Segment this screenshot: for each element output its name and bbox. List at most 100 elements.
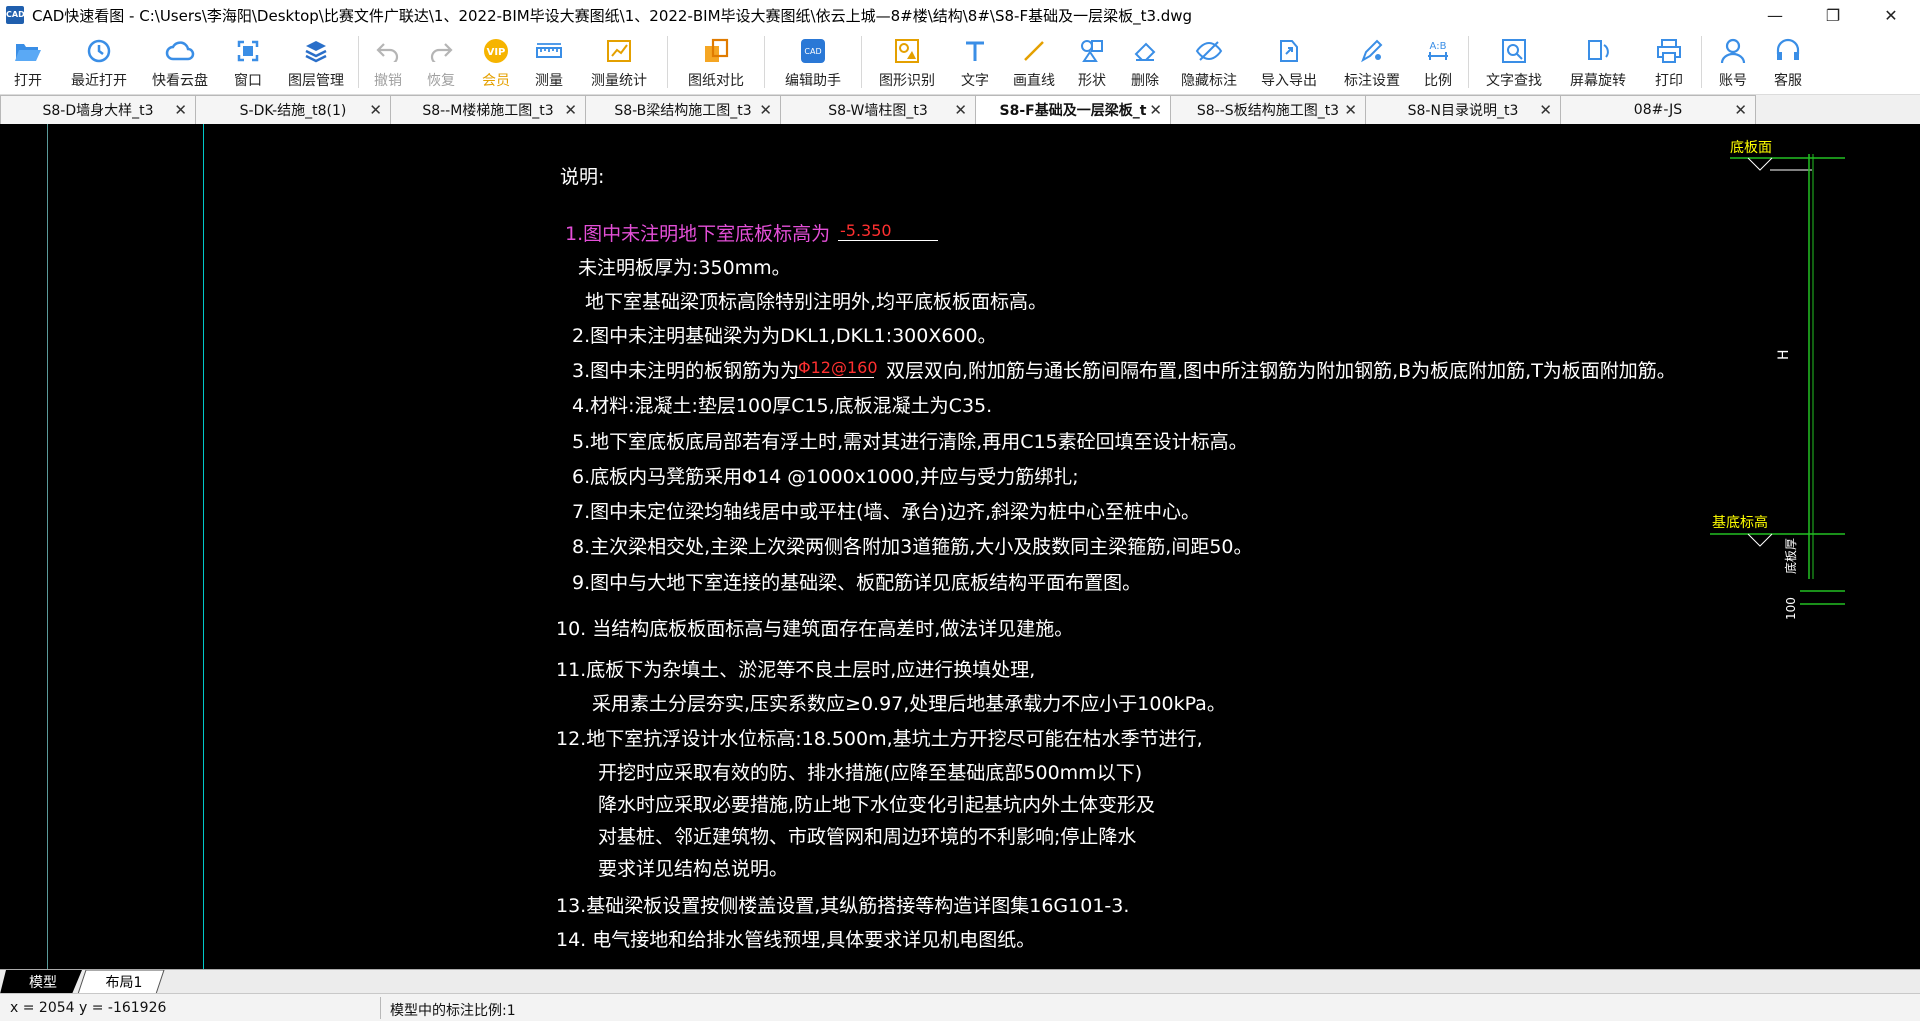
close-icon[interactable]: ✕: [1539, 101, 1552, 119]
minimize-button[interactable]: —: [1746, 0, 1804, 30]
delete-button[interactable]: 删除: [1118, 30, 1172, 94]
close-icon[interactable]: ✕: [369, 101, 382, 119]
document-tab-bar: S8-D墙身大样_t3 ✕ S-DK-结施_t8(1) ✕ S8--M楼梯施工图…: [0, 94, 1920, 124]
hide-annotation-label: 隐藏标注: [1181, 73, 1237, 89]
vip-button[interactable]: VIP 会员: [469, 30, 523, 94]
draw-line-button[interactable]: 画直线: [1002, 30, 1066, 94]
height-h-label: H: [1776, 349, 1792, 360]
tab-s8-b[interactable]: S8-B梁结构施工图_t3 ✕: [585, 95, 781, 124]
delete-label: 删除: [1131, 73, 1159, 89]
toolbar-divider: [1468, 36, 1469, 88]
compare-button[interactable]: 图纸对比: [672, 30, 760, 94]
ratio-button[interactable]: A:B 比例: [1412, 30, 1464, 94]
eye-off-icon: [1194, 36, 1224, 66]
text-label: 文字: [961, 73, 989, 89]
service-label: 客服: [1774, 73, 1802, 89]
ratio-badge-text: A:B: [1430, 41, 1447, 52]
draw-line-label: 画直线: [1013, 73, 1055, 89]
screen-rotate-button[interactable]: 屏幕旋转: [1555, 30, 1641, 94]
tab-s-dk[interactable]: S-DK-结施_t8(1) ✕: [195, 95, 391, 124]
toolbar-divider: [667, 36, 668, 88]
close-icon[interactable]: ✕: [1734, 101, 1747, 119]
note-3b: 双层双向,附加筋与通长筋间隔布置,图中所注钢筋为附加钢筋,B为板底附加筋,T为板…: [886, 360, 1676, 382]
elevation-marker-icon: [1747, 533, 1773, 547]
shape-recognition-icon: [892, 36, 922, 66]
window-label: 窗口: [234, 73, 262, 89]
tab-label: S-DK-结施_t8(1): [239, 103, 347, 119]
headset-icon: [1773, 36, 1803, 66]
text-button[interactable]: 文字: [948, 30, 1002, 94]
undo-icon: [373, 36, 403, 66]
redo-label: 恢复: [427, 73, 455, 89]
cursor-coordinates: x = 2054 y = -161926: [10, 1000, 167, 1016]
print-button[interactable]: 打印: [1641, 30, 1697, 94]
edit-helper-button[interactable]: CAD 编辑助手: [769, 30, 857, 94]
tab-s8-f-active[interactable]: S8-F基础及一层梁板_t ✕: [975, 95, 1171, 124]
note-1-elevation-value: -5.350: [838, 221, 938, 241]
tab-label: S8-W墙柱图_t3: [828, 103, 928, 119]
measure-stats-button[interactable]: 测量统计: [575, 30, 663, 94]
close-icon[interactable]: ✕: [174, 101, 187, 119]
drawing-canvas[interactable]: 说明: 1.图中未注明地下室底板标高为 -5.350 未注明板厚为:350mm。…: [0, 124, 1920, 969]
measure-stats-label: 测量统计: [591, 73, 647, 89]
annotation-settings-label: 标注设置: [1344, 73, 1400, 89]
main-toolbar: 打开 最近打开 快看云盘 窗口 图层管理 撤销 恢复 VIP 会员 测量 测量统…: [0, 30, 1920, 94]
layers-button[interactable]: 图层管理: [278, 30, 354, 94]
account-label: 账号: [1719, 73, 1747, 89]
note-3: 3.图中未注明的板钢筋为为: [572, 360, 800, 382]
window-button[interactable]: 窗口: [218, 30, 278, 94]
tab-s8-m[interactable]: S8--M楼梯施工图_t3 ✕: [390, 95, 586, 124]
tab-08-js[interactable]: 08#-JS ✕: [1560, 95, 1756, 124]
note-12: 12.地下室抗浮设计水位标高:18.500m,基坑土方开挖尽可能在枯水季节进行,: [556, 728, 1203, 750]
account-button[interactable]: 账号: [1706, 30, 1760, 94]
window-title: CAD快速看图 - C:\Users\李海阳\Desktop\比赛文件广联达\1…: [32, 6, 1193, 25]
svg-text:CAD: CAD: [804, 47, 821, 56]
redo-button[interactable]: 恢复: [413, 30, 469, 94]
find-text-label: 文字查找: [1486, 73, 1542, 89]
tab-model[interactable]: 模型: [8, 970, 78, 994]
close-icon[interactable]: ✕: [1344, 101, 1357, 119]
tab-label: S8--S板结构施工图_t3: [1196, 103, 1340, 119]
tab-s8-s[interactable]: S8--S板结构施工图_t3 ✕: [1170, 95, 1366, 124]
note-13: 13.基础梁板设置按侧楼盖设置,其纵筋搭接等构造详图集16G101-3.: [556, 895, 1130, 917]
user-icon: [1718, 36, 1748, 66]
open-button[interactable]: 打开: [0, 30, 56, 94]
note-8: 8.主次梁相交处,主梁上次梁两侧各附加3道箍筋,大小及肢数同主梁箍筋,间距50。: [572, 536, 1253, 558]
note-3-rebar-value: Φ12@160: [790, 358, 878, 378]
annotation-settings-button[interactable]: 标注设置: [1332, 30, 1412, 94]
close-icon[interactable]: ✕: [759, 101, 772, 119]
tab-s8-d[interactable]: S8-D墙身大样_t3 ✕: [0, 95, 196, 124]
measure-label: 测量: [535, 73, 563, 89]
close-icon[interactable]: ✕: [564, 101, 577, 119]
note-1a: 未注明板厚为:350mm。: [578, 257, 791, 279]
service-button[interactable]: 客服: [1760, 30, 1816, 94]
import-export-button[interactable]: 导入导出: [1246, 30, 1332, 94]
shape-label: 形状: [1078, 73, 1106, 89]
cloud-icon: [165, 36, 195, 66]
undo-button[interactable]: 撤销: [363, 30, 413, 94]
shape-recognition-button[interactable]: 图形识别: [866, 30, 948, 94]
close-icon[interactable]: ✕: [954, 101, 967, 119]
measure-button[interactable]: 测量: [523, 30, 575, 94]
close-button[interactable]: ✕: [1862, 0, 1920, 30]
cloud-drive-button[interactable]: 快看云盘: [142, 30, 218, 94]
note-1b: 地下室基础梁顶标高除特别注明外,均平底板板面标高。: [585, 291, 1048, 313]
cad-viewer-window: CAD CAD快速看图 - C:\Users\李海阳\Desktop\比赛文件广…: [0, 0, 1920, 1021]
recent-button[interactable]: 最近打开: [56, 30, 142, 94]
note-12d: 对基桩、邻近建筑物、市政管网和周边环境的不利影响;停止降水: [598, 826, 1137, 848]
line-icon: [1019, 36, 1049, 66]
note-1: 1.图中未注明地下室底板标高为: [565, 223, 831, 245]
tab-s8-n[interactable]: S8-N目录说明_t3 ✕: [1365, 95, 1561, 124]
print-label: 打印: [1655, 73, 1683, 89]
note-2: 2.图中未注明基础梁为为DKL1,DKL1:300X600。: [572, 325, 997, 347]
find-text-button[interactable]: 文字查找: [1473, 30, 1555, 94]
maximize-button[interactable]: ❐: [1804, 0, 1862, 30]
hide-annotation-button[interactable]: 隐藏标注: [1172, 30, 1246, 94]
tab-s8-w[interactable]: S8-W墙柱图_t3 ✕: [780, 95, 976, 124]
close-icon[interactable]: ✕: [1149, 101, 1162, 119]
note-10: 10. 当结构底板板面标高与建筑面存在高差时,做法详见建施。: [556, 618, 1074, 640]
note-7: 7.图中未定位梁均轴线居中或平柱(墙、承台)边齐,斜梁为桩中心至桩中心。: [572, 501, 1200, 523]
shape-button[interactable]: 形状: [1066, 30, 1118, 94]
tab-layout1[interactable]: 布局1: [88, 970, 160, 994]
note-11b: 采用素土分层夯实,压实系数应≥0.97,处理后地基承载力不应小于100kPa。: [592, 693, 1226, 715]
